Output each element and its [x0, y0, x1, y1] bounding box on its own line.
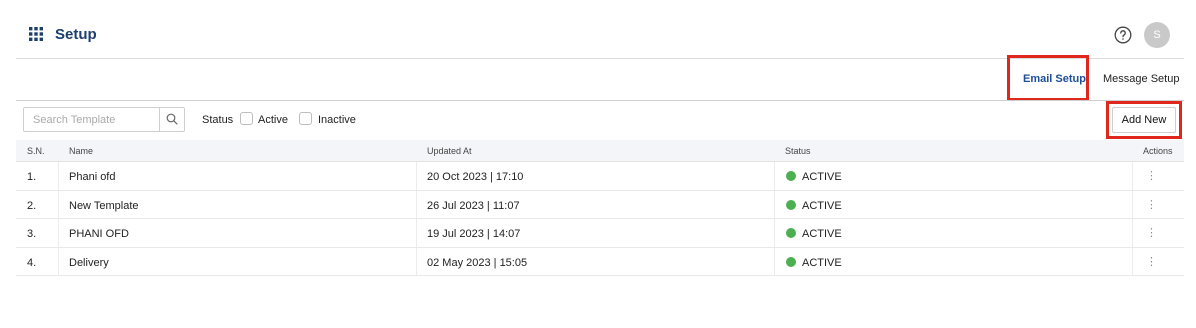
email-setup-highlight — [1007, 55, 1089, 101]
table-row[interactable]: 1. Phani ofd 20 Oct 2023 | 17:10 ACTIVE … — [16, 162, 1184, 191]
status-dot — [786, 199, 796, 210]
row-sn: 1. — [27, 171, 37, 183]
column-separator — [416, 219, 417, 247]
search-icon — [166, 113, 178, 125]
status-dot — [786, 256, 796, 267]
inactive-checkbox-label[interactable]: Inactive — [318, 114, 356, 126]
tabs-divider — [16, 100, 1184, 101]
column-header-actions: Actions — [1143, 146, 1173, 156]
row-actions-kebab-icon[interactable]: ⋮ — [1146, 199, 1157, 211]
column-separator — [1132, 162, 1133, 190]
column-separator — [58, 219, 59, 247]
row-actions-kebab-icon[interactable]: ⋮ — [1146, 256, 1157, 268]
column-separator — [774, 247, 775, 275]
column-separator — [416, 162, 417, 190]
column-separator — [774, 219, 775, 247]
column-separator — [58, 190, 59, 218]
row-name: PHANI OFD — [69, 228, 129, 240]
page-title: Setup — [55, 26, 97, 43]
table-header: S.N. Name Updated At Status Actions — [16, 140, 1184, 162]
search-button[interactable] — [159, 108, 184, 131]
active-checkbox[interactable] — [240, 112, 253, 125]
row-updated-at: 26 Jul 2023 | 11:07 — [427, 199, 520, 212]
active-checkbox-label[interactable]: Active — [258, 114, 288, 126]
column-header-sn: S.N. — [27, 146, 45, 156]
row-updated-at: 20 Oct 2023 | 17:10 — [427, 171, 524, 183]
status-dot — [786, 171, 796, 181]
row-status: ACTIVE — [802, 256, 842, 269]
table-row[interactable]: 3. PHANI OFD 19 Jul 2023 | 14:07 ACTIVE … — [16, 219, 1184, 248]
templates-table: S.N. Name Updated At Status Actions 1. P… — [16, 140, 1184, 276]
status-filter-label: Status — [202, 114, 234, 126]
column-header-status: Status — [785, 146, 811, 156]
row-status: ACTIVE — [802, 171, 842, 183]
row-status: ACTIVE — [802, 228, 842, 240]
row-status: ACTIVE — [802, 199, 842, 212]
column-separator — [58, 162, 59, 190]
column-separator — [416, 190, 417, 218]
help-circle-icon[interactable] — [1114, 26, 1132, 44]
grid-menu-icon[interactable] — [29, 27, 43, 41]
avatar[interactable]: S — [1144, 22, 1170, 48]
column-header-name: Name — [69, 146, 94, 156]
column-separator — [1132, 190, 1133, 218]
row-name: New Template — [69, 199, 139, 212]
table-row[interactable]: 2. New Template 26 Jul 2023 | 11:07 ACTI… — [16, 190, 1184, 219]
inactive-checkbox[interactable] — [299, 112, 312, 125]
column-separator — [1132, 247, 1133, 275]
status-dot — [786, 228, 796, 238]
row-updated-at: 19 Jul 2023 | 14:07 — [427, 228, 521, 240]
column-separator — [774, 190, 775, 218]
add-new-button[interactable]: Add New — [1112, 107, 1176, 133]
top-bar: Setup S — [0, 0, 1196, 58]
row-actions-kebab-icon[interactable]: ⋮ — [1146, 170, 1157, 182]
column-separator — [1132, 219, 1133, 247]
row-name: Delivery — [69, 256, 109, 269]
column-separator — [416, 247, 417, 275]
search-box — [23, 107, 185, 132]
row-sn: 3. — [27, 228, 37, 240]
row-sn: 4. — [27, 256, 37, 269]
row-actions-kebab-icon[interactable]: ⋮ — [1146, 227, 1157, 239]
tab-message-setup[interactable]: Message Setup — [1103, 73, 1179, 85]
column-separator — [58, 247, 59, 275]
table-row[interactable]: 4. Delivery 02 May 2023 | 15:05 ACTIVE ⋮ — [16, 247, 1184, 276]
row-updated-at: 02 May 2023 | 15:05 — [427, 256, 528, 269]
row-sn: 2. — [27, 199, 37, 212]
row-name: Phani ofd — [69, 171, 116, 183]
search-input[interactable] — [24, 108, 159, 131]
column-header-updated-at: Updated At — [427, 146, 472, 156]
column-separator — [774, 162, 775, 190]
